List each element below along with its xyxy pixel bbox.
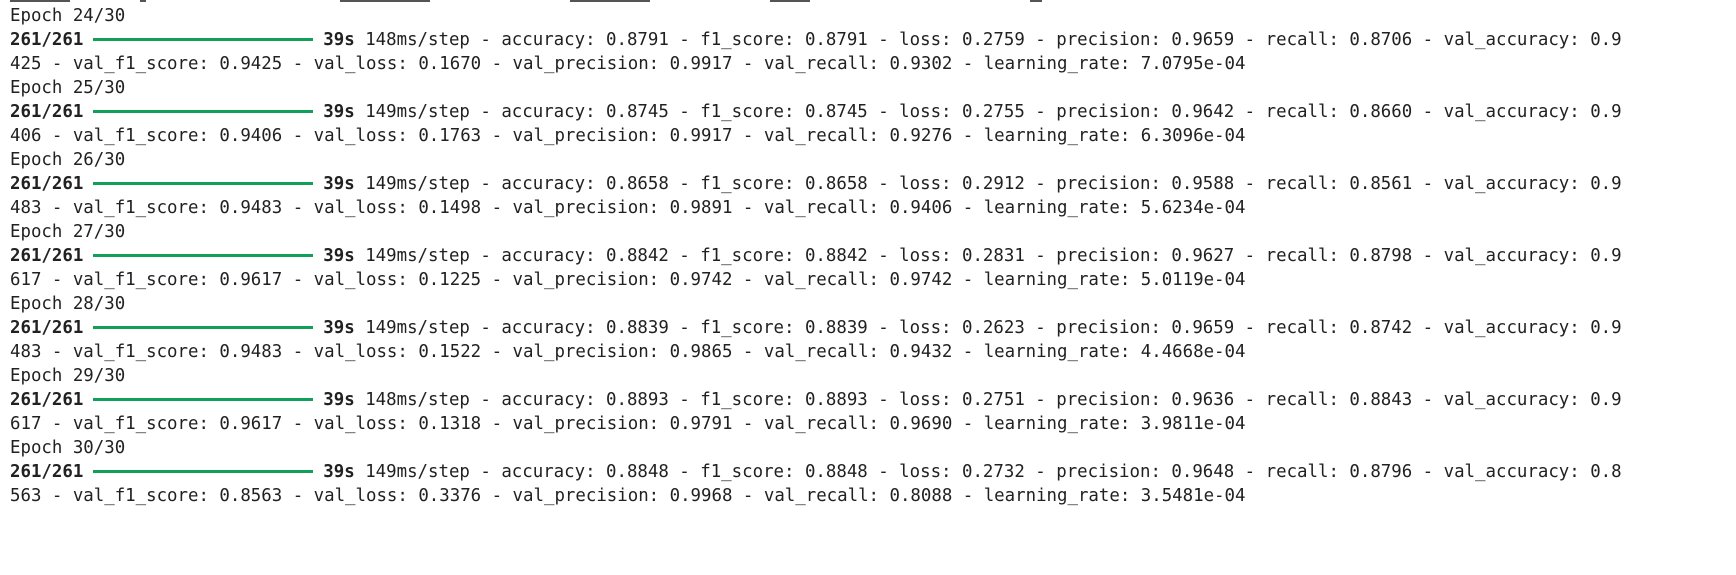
epoch-metrics-line: 261/261 39s 149ms/step - accuracy: 0.8842…: [10, 244, 1622, 268]
epoch-metrics-line: 261/261 39s 149ms/step - accuracy: 0.8848…: [10, 460, 1622, 484]
epoch-metrics-line: 261/261 39s 149ms/step - accuracy: 0.8745…: [10, 100, 1622, 124]
progress-bar: [93, 181, 314, 185]
epoch-metrics-continuation: 617 - val_f1_score: 0.9617 - val_loss: 0…: [10, 414, 1246, 434]
epoch-metrics-continuation: 563 - val_f1_score: 0.8563 - val_loss: 0…: [10, 486, 1246, 506]
epoch-metrics-line: 261/261 39s 149ms/step - accuracy: 0.8839…: [10, 316, 1622, 340]
epoch-header: Epoch 29/30: [10, 366, 126, 386]
step-counter: 261/261: [10, 174, 84, 194]
progress-bar: [93, 397, 314, 401]
progress-bar: [93, 469, 314, 473]
epoch-metrics-continuation: 406 - val_f1_score: 0.9406 - val_loss: 0…: [10, 126, 1246, 146]
step-counter: 261/261: [10, 246, 84, 266]
metrics-text: 149ms/step - accuracy: 0.8658 - f1_score…: [365, 174, 1622, 194]
step-counter: 261/261: [10, 318, 84, 338]
metrics-text: 149ms/step - accuracy: 0.8842 - f1_score…: [365, 246, 1622, 266]
epoch-header: Epoch 26/30: [10, 150, 126, 170]
metrics-text: 149ms/step - accuracy: 0.8839 - f1_score…: [365, 318, 1622, 338]
progress-bar: [93, 37, 314, 41]
epoch-header: Epoch 28/30: [10, 294, 126, 314]
epoch-header: Epoch 30/30: [10, 438, 126, 458]
metrics-text: 149ms/step - accuracy: 0.8745 - f1_score…: [365, 102, 1622, 122]
epoch-metrics-continuation: 425 - val_f1_score: 0.9425 - val_loss: 0…: [10, 54, 1246, 74]
clipped-previous-line: [10, 0, 1210, 2]
epoch-header: Epoch 24/30: [10, 6, 126, 26]
epoch-metrics-line: 261/261 39s 149ms/step - accuracy: 0.8658…: [10, 172, 1622, 196]
epoch-time: 39s: [323, 246, 355, 266]
metrics-text: 149ms/step - accuracy: 0.8848 - f1_score…: [365, 462, 1622, 482]
epoch-time: 39s: [323, 462, 355, 482]
epoch-metrics-continuation: 617 - val_f1_score: 0.9617 - val_loss: 0…: [10, 270, 1246, 290]
epoch-time: 39s: [323, 30, 355, 50]
epoch-metrics-line: 261/261 39s 148ms/step - accuracy: 0.8893…: [10, 388, 1622, 412]
metrics-text: 148ms/step - accuracy: 0.8893 - f1_score…: [365, 390, 1622, 410]
progress-bar: [93, 109, 314, 113]
step-counter: 261/261: [10, 462, 84, 482]
epoch-header: Epoch 27/30: [10, 222, 126, 242]
training-log-output: Epoch 24/30 261/261 39s 148ms/step - accur…: [0, 0, 1736, 575]
epoch-metrics-continuation: 483 - val_f1_score: 0.9483 - val_loss: 0…: [10, 342, 1246, 362]
epoch-metrics-continuation: 483 - val_f1_score: 0.9483 - val_loss: 0…: [10, 198, 1246, 218]
epoch-time: 39s: [323, 102, 355, 122]
epoch-time: 39s: [323, 174, 355, 194]
step-counter: 261/261: [10, 102, 84, 122]
progress-bar: [93, 325, 314, 329]
metrics-text: 148ms/step - accuracy: 0.8791 - f1_score…: [365, 30, 1622, 50]
epoch-metrics-line: 261/261 39s 148ms/step - accuracy: 0.8791…: [10, 28, 1622, 52]
progress-bar: [93, 253, 314, 257]
step-counter: 261/261: [10, 30, 84, 50]
epoch-time: 39s: [323, 390, 355, 410]
step-counter: 261/261: [10, 390, 84, 410]
epoch-header: Epoch 25/30: [10, 78, 126, 98]
epoch-time: 39s: [323, 318, 355, 338]
